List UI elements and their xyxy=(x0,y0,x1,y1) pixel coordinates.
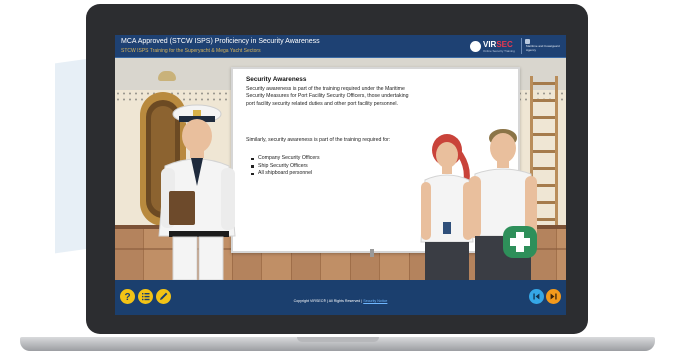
chevron-left-icon xyxy=(533,293,540,300)
prev-button[interactable] xyxy=(529,289,544,304)
logo-accent: SEC xyxy=(496,40,513,49)
logo-main: VIR xyxy=(483,40,497,49)
panel-paragraph: Security awareness is part of the traini… xyxy=(246,86,409,107)
captain-character xyxy=(158,104,236,280)
list-item: Company Security Officers xyxy=(251,155,320,163)
course-header: MCA Approved (STCW ISPS) Proficiency in … xyxy=(115,35,566,58)
course-title: MCA Approved (STCW ISPS) Proficiency in … xyxy=(121,38,320,45)
laptop-notch xyxy=(297,337,379,342)
copyright-text: Copyright VIRSEC® | All Rights Reserved … xyxy=(115,299,566,303)
panel-paragraph: Similarly, security awareness is part of… xyxy=(246,137,391,143)
security-notice-link[interactable]: Security Notice xyxy=(363,299,387,303)
chevron-right-icon xyxy=(550,293,557,300)
list-item: All shipboard personnel xyxy=(251,170,320,178)
logo-tagline: Online Security Training xyxy=(483,49,515,53)
footer-bar: ? Copyright VIRSEC® | All Rights Reserve… xyxy=(115,280,566,315)
ladder-rail xyxy=(555,76,558,226)
bullet-list: Company Security Officers Ship Security … xyxy=(251,155,320,178)
crew-character-male xyxy=(469,129,537,280)
ship-scene: Security Awareness Security awareness is… xyxy=(115,58,566,280)
lamp-icon xyxy=(158,71,176,81)
next-button[interactable] xyxy=(546,289,561,304)
panel-title: Security Awareness xyxy=(246,76,307,83)
agency-logo: Maritime and Coastguard Agency xyxy=(521,38,566,54)
logo-mark-icon xyxy=(470,41,481,52)
virsec-logo: VIRSEC Online Security Training xyxy=(470,38,516,54)
board-stand xyxy=(370,249,374,257)
course-subtitle: STCW ISPS Training for the Superyacht & … xyxy=(121,48,261,54)
agency-name: Maritime and Coastguard Agency xyxy=(526,44,560,52)
copyright-label: Copyright VIRSEC® | All Rights Reserved … xyxy=(293,299,364,303)
list-item: Ship Security Officers xyxy=(251,163,320,171)
course-screen: MCA Approved (STCW ISPS) Proficiency in … xyxy=(115,35,566,315)
